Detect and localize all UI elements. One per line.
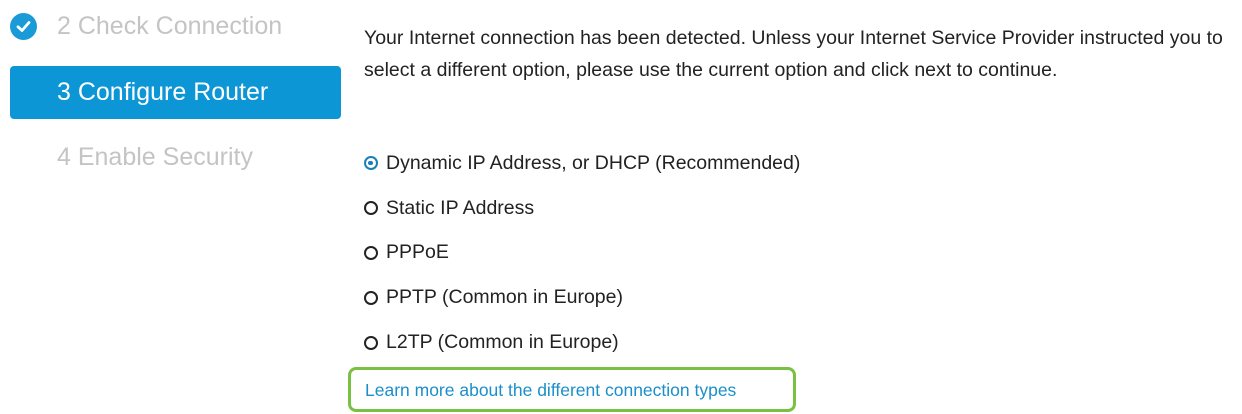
radio-selected-icon[interactable] [364, 156, 378, 171]
option-label: PPTP (Common in Europe) [386, 286, 623, 309]
option-pppoe[interactable]: PPPoE [364, 231, 800, 276]
connection-type-radio-group: Dynamic IP Address, or DHCP (Recommended… [364, 141, 800, 365]
step-label: 3 Configure Router [57, 78, 269, 106]
radio-icon[interactable] [364, 335, 378, 350]
radio-icon[interactable] [364, 290, 378, 305]
radio-icon[interactable] [364, 201, 378, 216]
radio-icon[interactable] [364, 245, 378, 260]
step-label: 4 Enable Security [57, 143, 253, 171]
option-dhcp[interactable]: Dynamic IP Address, or DHCP (Recommended… [364, 141, 800, 186]
option-pptp[interactable]: PPTP (Common in Europe) [364, 275, 800, 320]
option-label: PPPoE [386, 241, 449, 264]
step-label: 2 Check Connection [57, 12, 283, 40]
option-static-ip[interactable]: Static IP Address [364, 186, 800, 231]
intro-text: Your Internet connection has been detect… [364, 27, 1223, 81]
step-check-connection[interactable]: 2 Check Connection [10, 0, 341, 52]
option-label: L2TP (Common in Europe) [386, 331, 619, 354]
step-configure-router[interactable]: 3 Configure Router [10, 66, 341, 119]
option-label: Dynamic IP Address, or DHCP (Recommended… [386, 151, 801, 174]
option-label: Static IP Address [386, 196, 535, 219]
option-l2tp[interactable]: L2TP (Common in Europe) [364, 320, 800, 365]
learn-more-highlight: Learn more about the different connectio… [348, 367, 796, 412]
setup-wizard-page: 2 Check Connection 3 Configure Router 4 … [0, 0, 1242, 414]
learn-more-link[interactable]: Learn more about the different connectio… [365, 380, 736, 401]
check-circle-icon [10, 13, 37, 40]
step-enable-security[interactable]: 4 Enable Security [10, 131, 341, 183]
